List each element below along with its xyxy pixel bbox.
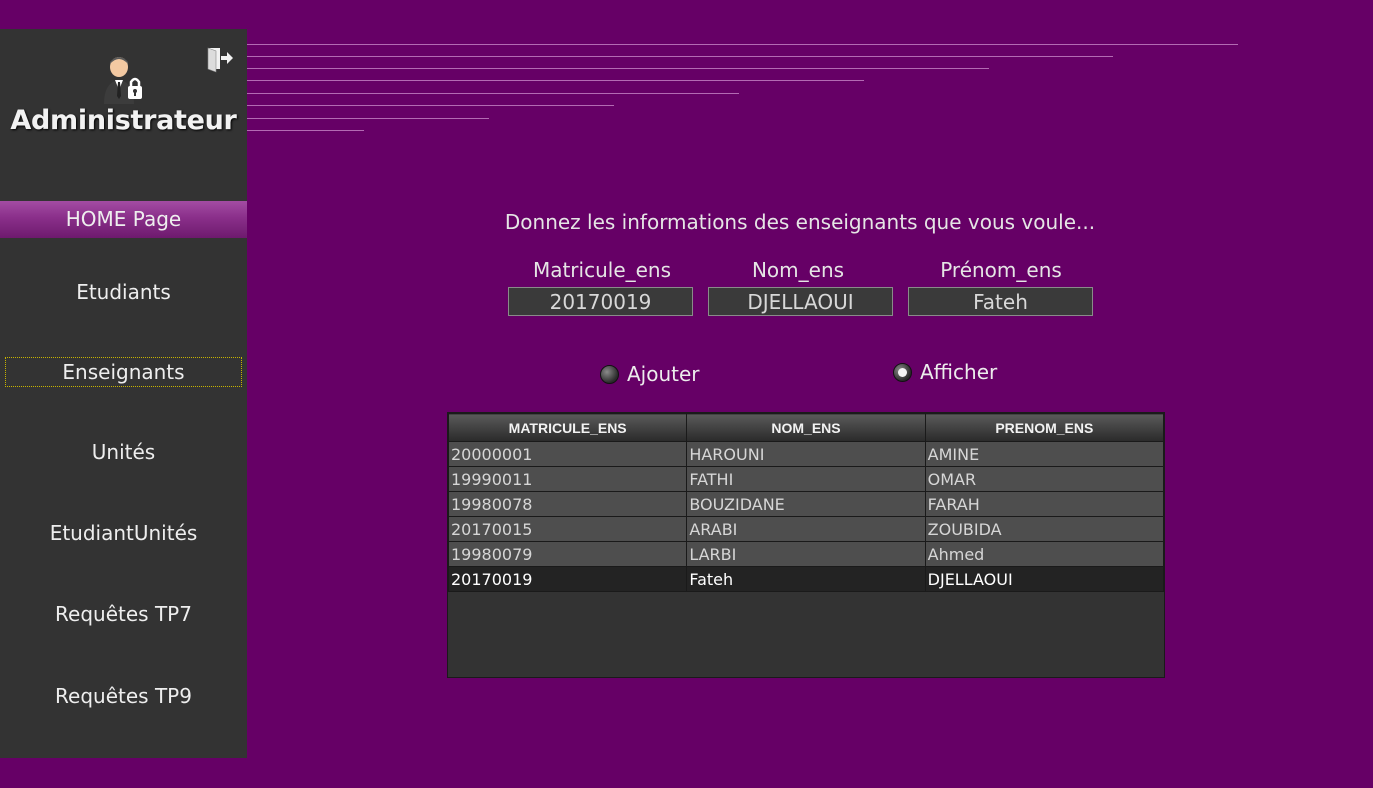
- header-decoration-line: [247, 93, 739, 94]
- cell-nom: BOUZIDANE: [686, 491, 926, 517]
- cell-prenom: OMAR: [924, 466, 1165, 492]
- cell-matricule: 19980079: [447, 541, 688, 567]
- sidebar: Administrateur HOME Page Etudiants Ensei…: [0, 29, 247, 758]
- cell-prenom: ZOUBIDA: [924, 516, 1165, 542]
- cell-matricule: 19990011: [447, 466, 688, 492]
- header-decoration-line: [247, 80, 864, 81]
- nom-label: Nom_ens: [751, 258, 845, 282]
- prenom-label: Prénom_ens: [940, 258, 1062, 282]
- cell-matricule: 20170019: [447, 566, 688, 592]
- cell-nom: FATHI: [686, 466, 926, 492]
- nav-etudiantunites[interactable]: EtudiantUnités: [0, 521, 247, 545]
- header-decoration-line: [247, 105, 614, 106]
- nav-unites[interactable]: Unités: [0, 440, 247, 464]
- afficher-radio-indicator[interactable]: [893, 362, 912, 382]
- table-header-row: MATRICULE_ENS NOM_ENS PRENOM_ENS: [447, 413, 1165, 442]
- cell-prenom: Ahmed: [924, 541, 1165, 567]
- column-header-prenom[interactable]: PRENOM_ENS: [924, 413, 1165, 442]
- table-row[interactable]: 19990011 FATHI OMAR: [447, 466, 1165, 492]
- cell-prenom: FARAH: [924, 491, 1165, 517]
- column-header-nom[interactable]: NOM_ENS: [686, 413, 926, 442]
- cell-matricule: 20000001: [447, 441, 688, 467]
- column-header-matricule[interactable]: MATRICULE_ENS: [447, 413, 688, 442]
- nom-input[interactable]: [708, 287, 893, 316]
- nav-home-page[interactable]: HOME Page: [0, 201, 247, 238]
- cell-matricule: 20170015: [447, 516, 688, 542]
- cell-matricule: 19980078: [447, 491, 688, 517]
- header-decoration-line: [247, 68, 989, 69]
- header-decoration-line: [247, 44, 1238, 45]
- header-decoration-line: [247, 118, 489, 119]
- form-instructions: Donnez les informations des enseignants …: [504, 210, 1096, 234]
- ajouter-radio-label: Ajouter: [627, 362, 700, 386]
- cell-nom: ARABI: [686, 516, 926, 542]
- logout-icon[interactable]: [205, 45, 235, 75]
- cell-nom: Fateh: [686, 566, 926, 592]
- afficher-radio[interactable]: Afficher: [893, 360, 997, 384]
- table-row[interactable]: 19980078 BOUZIDANE FARAH: [447, 491, 1165, 517]
- nav-requetes-tp7[interactable]: Requêtes TP7: [0, 602, 247, 626]
- nav-requetes-tp9[interactable]: Requêtes TP9: [0, 684, 247, 708]
- cell-prenom: DJELLAOUI: [924, 566, 1165, 592]
- matricule-label: Matricule_ens: [532, 258, 672, 282]
- ajouter-radio-indicator[interactable]: [600, 364, 619, 384]
- header-decoration-line: [247, 130, 364, 131]
- admin-title: Administrateur: [10, 105, 237, 136]
- admin-avatar-icon: [98, 56, 150, 108]
- prenom-input[interactable]: [908, 287, 1093, 316]
- table-row[interactable]: 20000001 HAROUNI AMINE: [447, 441, 1165, 467]
- header-decoration-line: [247, 56, 1113, 57]
- ajouter-radio[interactable]: Ajouter: [600, 362, 700, 386]
- matricule-input[interactable]: [508, 287, 693, 316]
- cell-prenom: AMINE: [924, 441, 1165, 467]
- nav-etudiants[interactable]: Etudiants: [0, 280, 247, 304]
- afficher-radio-label: Afficher: [920, 360, 998, 384]
- cell-nom: HAROUNI: [686, 441, 926, 467]
- table-row-selected[interactable]: 20170019 Fateh DJELLAOUI: [447, 566, 1165, 592]
- table-row[interactable]: 19980079 LARBI Ahmed: [447, 541, 1165, 567]
- cell-nom: LARBI: [686, 541, 926, 567]
- table-row[interactable]: 20170015 ARABI ZOUBIDA: [447, 516, 1165, 542]
- nav-enseignants[interactable]: Enseignants: [5, 357, 242, 387]
- enseignants-table[interactable]: MATRICULE_ENS NOM_ENS PRENOM_ENS 2000000…: [447, 412, 1165, 678]
